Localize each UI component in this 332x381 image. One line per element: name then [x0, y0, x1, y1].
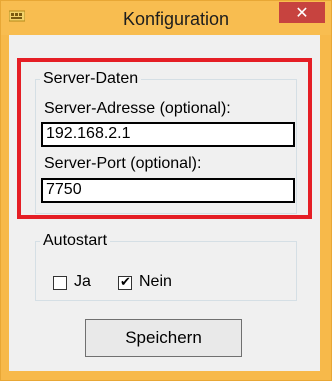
- checkmark-icon: ✔: [120, 274, 131, 289]
- highlight-frame: [17, 58, 312, 219]
- autostart-nein-checkbox[interactable]: ✔: [118, 274, 132, 290]
- autostart-nein-label[interactable]: Nein: [139, 273, 172, 291]
- autostart-ja-checkbox[interactable]: [53, 276, 67, 290]
- autostart-ja-label[interactable]: Ja: [74, 273, 91, 291]
- close-button[interactable]: ✕: [279, 2, 325, 23]
- save-button[interactable]: Speichern: [85, 319, 242, 357]
- title-bar[interactable]: Konfiguration ✕: [1, 1, 331, 35]
- close-icon: ✕: [295, 3, 309, 22]
- window-title: Konfiguration: [122, 9, 230, 29]
- autostart-legend: Autostart: [43, 232, 108, 249]
- app-icon: [9, 10, 25, 22]
